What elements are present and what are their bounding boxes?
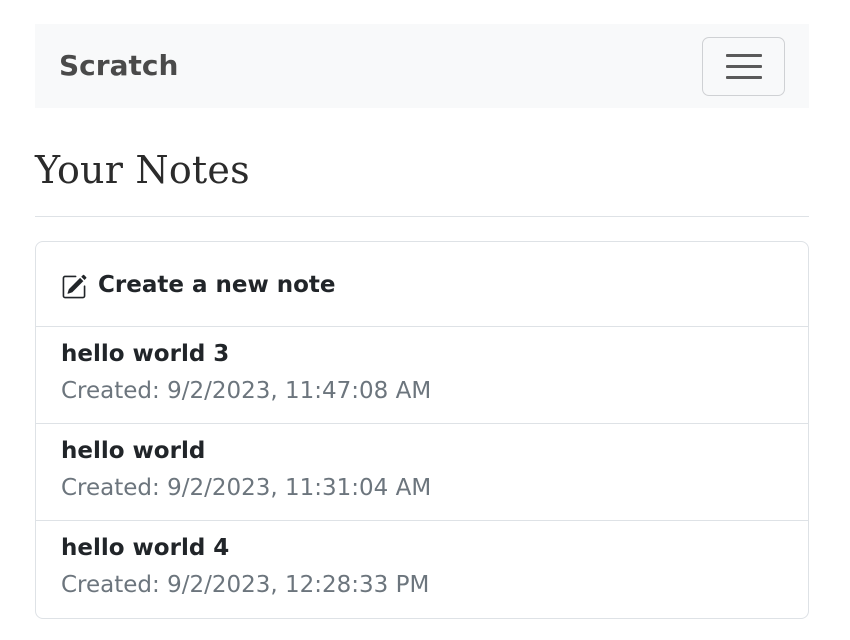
brand-link[interactable]: Scratch — [59, 24, 178, 108]
note-item[interactable]: hello world 3 Created: 9/2/2023, 11:47:0… — [36, 327, 808, 424]
note-created-date: Created: 9/2/2023, 11:31:04 AM — [61, 475, 432, 501]
navbar: Scratch — [35, 24, 809, 108]
create-note-label: Create a new note — [98, 272, 336, 298]
note-created-date: Created: 9/2/2023, 12:28:33 PM — [61, 572, 430, 598]
note-item[interactable]: hello world 4 Created: 9/2/2023, 12:28:3… — [36, 521, 808, 618]
create-note-button[interactable]: Create a new note — [36, 242, 808, 327]
page-header: Your Notes — [35, 140, 809, 217]
note-title: hello world 4 — [61, 535, 230, 561]
pencil-square-icon — [61, 274, 87, 300]
hamburger-menu-icon — [726, 54, 762, 80]
notes-list: Create a new note hello world 3 Created:… — [35, 241, 809, 619]
navbar-toggle-button[interactable] — [702, 37, 785, 96]
page-title: Your Notes — [35, 148, 250, 192]
note-created-date: Created: 9/2/2023, 11:47:08 AM — [61, 378, 432, 404]
note-title: hello world — [61, 438, 206, 464]
note-item[interactable]: hello world Created: 9/2/2023, 11:31:04 … — [36, 424, 808, 521]
app-container: Scratch Your Notes Create a new note hel… — [35, 24, 809, 619]
note-title: hello world 3 — [61, 341, 230, 367]
